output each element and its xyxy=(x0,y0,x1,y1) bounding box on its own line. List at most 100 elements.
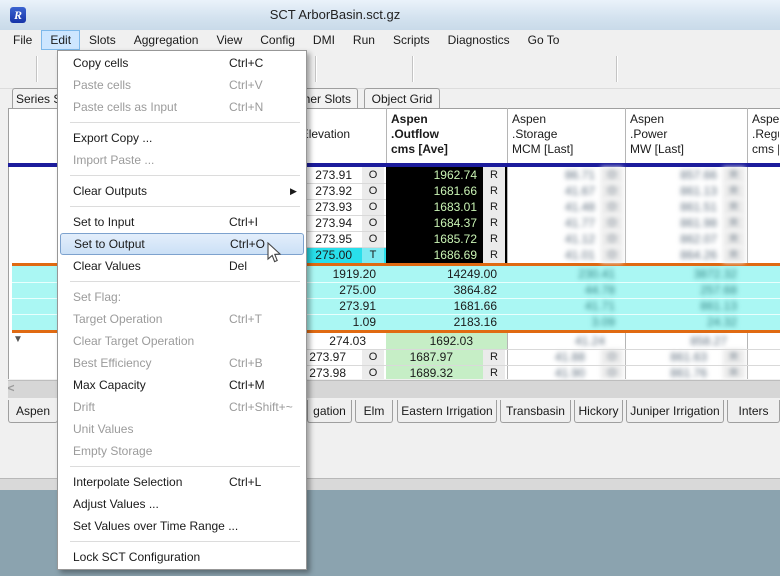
cell-pow[interactable]: 24.32 xyxy=(625,314,739,330)
flag-cell: O xyxy=(362,349,384,365)
menu-item-copy-cells[interactable]: Copy cellsCtrl+C xyxy=(58,52,306,74)
object-tab-transbasin[interactable]: Transbasin xyxy=(500,400,571,423)
cell-out[interactable]: 1686.69 xyxy=(386,247,479,263)
cell-pow[interactable]: 3872.32 xyxy=(625,266,739,282)
cell-stor[interactable]: 86.71 xyxy=(507,167,597,183)
cell-out[interactable]: 14249.00 xyxy=(386,266,499,282)
cell-stor[interactable]: 41.90 xyxy=(507,365,597,379)
riverware-logo-icon: R xyxy=(10,7,26,23)
menu-item-adjust-values-[interactable]: Adjust Values ... xyxy=(58,493,306,515)
flag-cell: O xyxy=(601,349,623,365)
cell-stor[interactable]: 41.71 xyxy=(507,298,617,314)
cell-stor[interactable]: 44.78 xyxy=(507,282,617,298)
cell-pow[interactable]: 861.13 xyxy=(625,183,719,199)
menu-separator xyxy=(58,537,306,546)
flag-cell: R xyxy=(723,167,745,183)
cell-out[interactable]: 1962.74 xyxy=(386,167,479,183)
window-title: SCT ArborBasin.sct.gz xyxy=(210,7,460,22)
object-tab-juniper-irrigation[interactable]: Juniper Irrigation xyxy=(626,400,724,423)
cell-out[interactable]: 2183.16 xyxy=(386,314,499,330)
menu-item-drift: DriftCtrl+Shift+~ xyxy=(58,396,306,418)
flag-cell: O xyxy=(601,231,623,247)
cell-stor[interactable]: 3.09 xyxy=(507,314,617,330)
toolbar-separator xyxy=(315,56,317,82)
cell-pow[interactable]: 857.66 xyxy=(625,167,719,183)
object-tab-inters[interactable]: Inters xyxy=(727,400,780,423)
cell-stor[interactable]: 41.24 xyxy=(507,333,617,349)
cell-out[interactable]: 1684.37 xyxy=(386,215,479,231)
menu-separator xyxy=(58,277,306,286)
cell-out[interactable]: 1689.32 xyxy=(386,365,479,379)
cell-pow[interactable]: 864.26 xyxy=(625,247,719,263)
cell-stor[interactable]: 41.12 xyxy=(507,231,597,247)
cell-pow[interactable]: 858.27 xyxy=(625,333,739,349)
object-tab-elm[interactable]: Elm xyxy=(355,400,393,423)
cell-stor[interactable]: 41.77 xyxy=(507,215,597,231)
mouse-cursor xyxy=(266,242,282,264)
cell-pow[interactable]: 862.07 xyxy=(625,231,719,247)
menubar-item-config[interactable]: Config xyxy=(251,30,304,50)
cell-pow[interactable]: 861.98 xyxy=(625,215,719,231)
menubar-item-run[interactable]: Run xyxy=(344,30,384,50)
cell-out[interactable]: 1683.01 xyxy=(386,199,479,215)
menubar-item-scripts[interactable]: Scripts xyxy=(384,30,439,50)
tab-object-grid[interactable]: Object Grid xyxy=(364,88,440,108)
menu-item-empty-storage: Empty Storage xyxy=(58,440,306,462)
row-menu-dropdown-icon[interactable]: ▼ xyxy=(8,332,28,347)
flag-cell: O xyxy=(362,365,384,379)
menu-item-set-to-input[interactable]: Set to InputCtrl+I xyxy=(58,211,306,233)
menu-item-lock-sct-configuration[interactable]: Lock SCT Configuration xyxy=(58,546,306,568)
menu-item-max-capacity[interactable]: Max CapacityCtrl+M xyxy=(58,374,306,396)
column-header-reg: Aspen.Regucms [A xyxy=(752,112,779,157)
menu-item-clear-outputs[interactable]: Clear Outputs▶ xyxy=(58,180,306,202)
cell-pow[interactable]: 861.51 xyxy=(625,199,719,215)
flag-cell: O xyxy=(601,183,623,199)
column-header-stor: Aspen.StorageMCM [Last] xyxy=(512,112,622,157)
flag-cell: O xyxy=(362,231,384,247)
cell-stor[interactable]: 41.01 xyxy=(507,247,597,263)
menu-item-set-values-over-time-range-[interactable]: Set Values over Time Range ... xyxy=(58,515,306,537)
menu-item-import-paste-: Import Paste ... xyxy=(58,149,306,171)
menubar-item-edit[interactable]: Edit xyxy=(41,30,80,50)
scroll-left-icon[interactable]: < xyxy=(3,381,19,396)
cell-pow[interactable]: 861.76 xyxy=(625,365,719,379)
cell-pow[interactable]: 861.13 xyxy=(625,298,739,314)
cell-out[interactable]: 1687.97 xyxy=(386,349,479,365)
menubar-item-slots[interactable]: Slots xyxy=(80,30,125,50)
flag-cell: R xyxy=(483,215,505,231)
flag-cell: O xyxy=(601,365,623,379)
cell-stor[interactable]: 230.41 xyxy=(507,266,617,282)
menubar-item-go-to[interactable]: Go To xyxy=(519,30,569,50)
cell-out[interactable]: 1692.03 xyxy=(386,333,499,349)
cell-stor[interactable]: 41.88 xyxy=(507,349,597,365)
cell-stor[interactable]: 41.67 xyxy=(507,183,597,199)
cell-out[interactable]: 1681.66 xyxy=(386,298,499,314)
cell-stor[interactable]: 41.48 xyxy=(507,199,597,215)
cell-out[interactable]: 1681.66 xyxy=(386,183,479,199)
menubar-item-view[interactable]: View xyxy=(207,30,251,50)
title-bar: R SCT ArborBasin.sct.gz xyxy=(0,0,780,31)
menubar-item-dmi[interactable]: DMI xyxy=(304,30,344,50)
flag-cell: O xyxy=(362,183,384,199)
object-tab-aspen[interactable]: Aspen xyxy=(8,400,58,423)
cell-out[interactable]: 1685.72 xyxy=(386,231,479,247)
object-tab-gation[interactable]: gation xyxy=(307,400,352,423)
flag-cell: R xyxy=(483,167,505,183)
flag-cell: T xyxy=(362,247,384,263)
cell-out[interactable]: 3864.82 xyxy=(386,282,499,298)
menubar-item-file[interactable]: File xyxy=(4,30,41,50)
flag-cell: O xyxy=(362,199,384,215)
menubar-item-diagnostics[interactable]: Diagnostics xyxy=(439,30,519,50)
cell-pow[interactable]: 257.68 xyxy=(625,282,739,298)
cell-pow[interactable]: 861.63 xyxy=(625,349,719,365)
menu-item-export-copy-[interactable]: Export Copy ... xyxy=(58,127,306,149)
object-tab-hickory[interactable]: Hickory xyxy=(574,400,623,423)
menu-item-interpolate-selection[interactable]: Interpolate SelectionCtrl+L xyxy=(58,471,306,493)
menu-item-unit-values: Unit Values xyxy=(58,418,306,440)
flag-cell: R xyxy=(483,199,505,215)
flag-cell: O xyxy=(601,215,623,231)
menubar-item-aggregation[interactable]: Aggregation xyxy=(125,30,208,50)
object-tab-eastern-irrigation[interactable]: Eastern Irrigation xyxy=(397,400,497,423)
flag-cell: R xyxy=(723,215,745,231)
menu-item-clear-target-operation: Clear Target Operation xyxy=(58,330,306,352)
